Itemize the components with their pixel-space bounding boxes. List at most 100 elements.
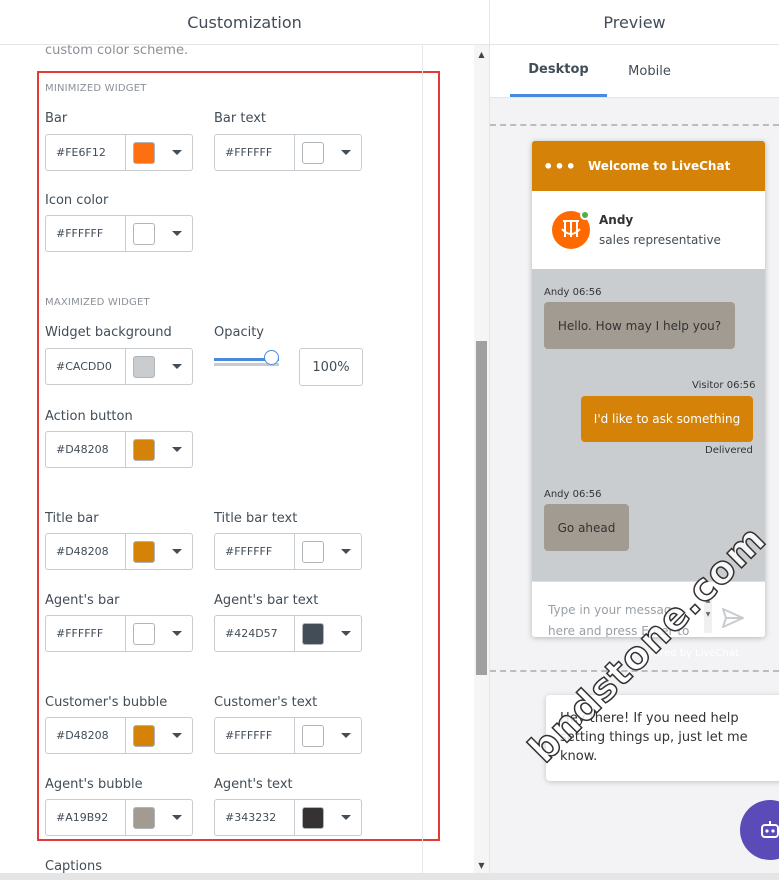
scroll-up-arrow-icon[interactable]: ▲ [474, 47, 489, 61]
scrollbar-thumb[interactable] [476, 341, 487, 675]
title-bar-text-color-picker[interactable]: #FFFFFF [214, 533, 362, 570]
agents-bar-text-hex-input[interactable]: #424D57 [215, 616, 295, 651]
agents-bar-text-color-picker[interactable]: #424D57 [214, 615, 362, 652]
action-button-color-picker[interactable]: #D48208 [45, 431, 193, 468]
customers-text-color-picker[interactable]: #FFFFFF [214, 717, 362, 754]
bar-text-swatch[interactable] [302, 141, 324, 164]
agents-bar-swatch[interactable] [133, 622, 155, 645]
agent-message-bubble: Hello. How may I help you? [544, 302, 735, 349]
opacity-slider[interactable] [214, 350, 279, 366]
title-bar-swatch[interactable] [133, 540, 155, 563]
agents-text-swatch[interactable] [302, 806, 324, 829]
agents-bubble-swatch[interactable] [133, 806, 155, 829]
message-meta: Visitor 06:56 [692, 380, 756, 391]
send-icon[interactable] [722, 608, 744, 628]
title-bar-text-label: Title bar text [214, 511, 298, 526]
chevron-down-icon[interactable] [162, 364, 192, 369]
title-bar-text-swatch[interactable] [302, 540, 324, 563]
widget-background-hex-input[interactable]: #CACDD0 [46, 349, 126, 384]
agents-bar-text-swatch[interactable] [302, 622, 324, 645]
title-bar-text-hex-input[interactable]: #FFFFFF [215, 534, 295, 569]
agents-text-color-picker[interactable]: #343232 [214, 799, 362, 836]
preview-tabs: Desktop Mobile [490, 45, 779, 98]
chevron-down-icon[interactable] [331, 549, 361, 554]
captions-label: Captions [45, 859, 102, 874]
title-bar-label: Title bar [45, 511, 99, 526]
chevron-down-icon[interactable] [162, 631, 192, 636]
scroll-down-arrow-icon[interactable]: ▼ [474, 858, 489, 872]
action-button-swatch[interactable] [133, 438, 155, 461]
agents-bubble-color-picker[interactable]: #A19B92 [45, 799, 193, 836]
title-bar-color-picker[interactable]: #D48208 [45, 533, 193, 570]
icon-color-picker[interactable]: #FFFFFF [45, 215, 193, 252]
bar-text-label: Bar text [214, 111, 267, 126]
agents-text-label: Agent's text [214, 777, 293, 792]
bar-color-picker[interactable]: #FE6F12 [45, 134, 193, 171]
chevron-down-icon[interactable] [162, 815, 192, 820]
bottom-strip [0, 873, 779, 880]
logo-icon [561, 220, 581, 237]
customers-bubble-label: Customer's bubble [45, 695, 168, 710]
agents-bar-hex-input[interactable]: #FFFFFF [46, 616, 126, 651]
opacity-slider-handle[interactable] [264, 350, 279, 365]
widget-background-color-picker[interactable]: #CACDD0 [45, 348, 193, 385]
icon-color-swatch[interactable] [133, 222, 155, 245]
action-button-label: Action button [45, 409, 133, 424]
customers-text-hex-input[interactable]: #FFFFFF [215, 718, 295, 753]
chevron-down-icon[interactable] [162, 733, 192, 738]
chevron-down-icon[interactable] [331, 631, 361, 636]
scrollbar[interactable]: ▲ ▼ [474, 45, 489, 880]
chevron-down-icon[interactable] [162, 549, 192, 554]
customers-text-swatch[interactable] [302, 724, 324, 747]
chevron-down-icon[interactable] [331, 733, 361, 738]
agent-message-bubble: Go ahead [544, 504, 629, 551]
more-options-icon[interactable]: ••• [532, 157, 588, 176]
action-button-hex-input[interactable]: #D48208 [46, 432, 126, 467]
agent-role: sales representative [599, 233, 721, 247]
customers-bubble-swatch[interactable] [133, 724, 155, 747]
robot-icon [761, 821, 779, 838]
bar-hex-input[interactable]: #FE6F12 [46, 135, 126, 170]
message-meta: Andy 06:56 [544, 489, 602, 500]
chevron-down-icon[interactable] [331, 150, 361, 155]
agents-bubble-hex-input[interactable]: #A19B92 [46, 800, 126, 835]
chevron-down-icon[interactable] [162, 150, 192, 155]
opacity-label: Opacity [214, 325, 265, 340]
agent-bar: Andy sales representative [532, 191, 765, 269]
bar-text-color-picker[interactable]: #FFFFFF [214, 134, 362, 171]
agents-text-hex-input[interactable]: #343232 [215, 800, 295, 835]
tab-desktop[interactable]: Desktop [510, 45, 607, 97]
app-root: Customization custom color scheme. MINIM… [0, 0, 779, 880]
icon-color-hex-input[interactable]: #FFFFFF [46, 216, 126, 251]
customers-bubble-hex-input[interactable]: #D48208 [46, 718, 126, 753]
agents-bar-label: Agent's bar [45, 593, 120, 608]
bar-swatch[interactable] [133, 141, 155, 164]
tab-mobile[interactable]: Mobile [607, 45, 692, 97]
customization-title: Customization [0, 0, 489, 45]
opacity-input[interactable]: 100% [299, 348, 363, 386]
customization-body: custom color scheme. MINIMIZED WIDGET Ba… [0, 45, 474, 880]
maximized-widget-title: MAXIMIZED WIDGET [45, 297, 150, 308]
widget-background-swatch[interactable] [133, 355, 155, 378]
agents-bubble-label: Agent's bubble [45, 777, 143, 792]
online-status-dot [580, 210, 590, 220]
chevron-down-icon[interactable] [162, 231, 192, 236]
minimized-widget-title: MINIMIZED WIDGET [45, 83, 147, 94]
bar-text-hex-input[interactable]: #FFFFFF [215, 135, 295, 170]
widget-background-label: Widget background [45, 325, 172, 340]
customers-bubble-color-picker[interactable]: #D48208 [45, 717, 193, 754]
chevron-down-icon[interactable] [162, 447, 192, 452]
message-meta: Andy 06:56 [544, 287, 602, 298]
widget-title-bar: ••• Welcome to LiveChat [532, 141, 765, 191]
agent-name: Andy [599, 213, 634, 227]
agents-bar-text-label: Agent's bar text [214, 593, 319, 608]
description-text: custom color scheme. [45, 45, 189, 58]
customer-message-bubble: I'd like to ask something [581, 396, 753, 442]
chevron-down-icon[interactable] [331, 815, 361, 820]
customers-text-label: Customer's text [214, 695, 318, 710]
message-status: Delivered [705, 445, 753, 456]
agents-bar-color-picker[interactable]: #FFFFFF [45, 615, 193, 652]
customization-panel: Customization custom color scheme. MINIM… [0, 0, 490, 880]
title-bar-hex-input[interactable]: #D48208 [46, 534, 126, 569]
icon-color-label: Icon color [45, 193, 109, 208]
